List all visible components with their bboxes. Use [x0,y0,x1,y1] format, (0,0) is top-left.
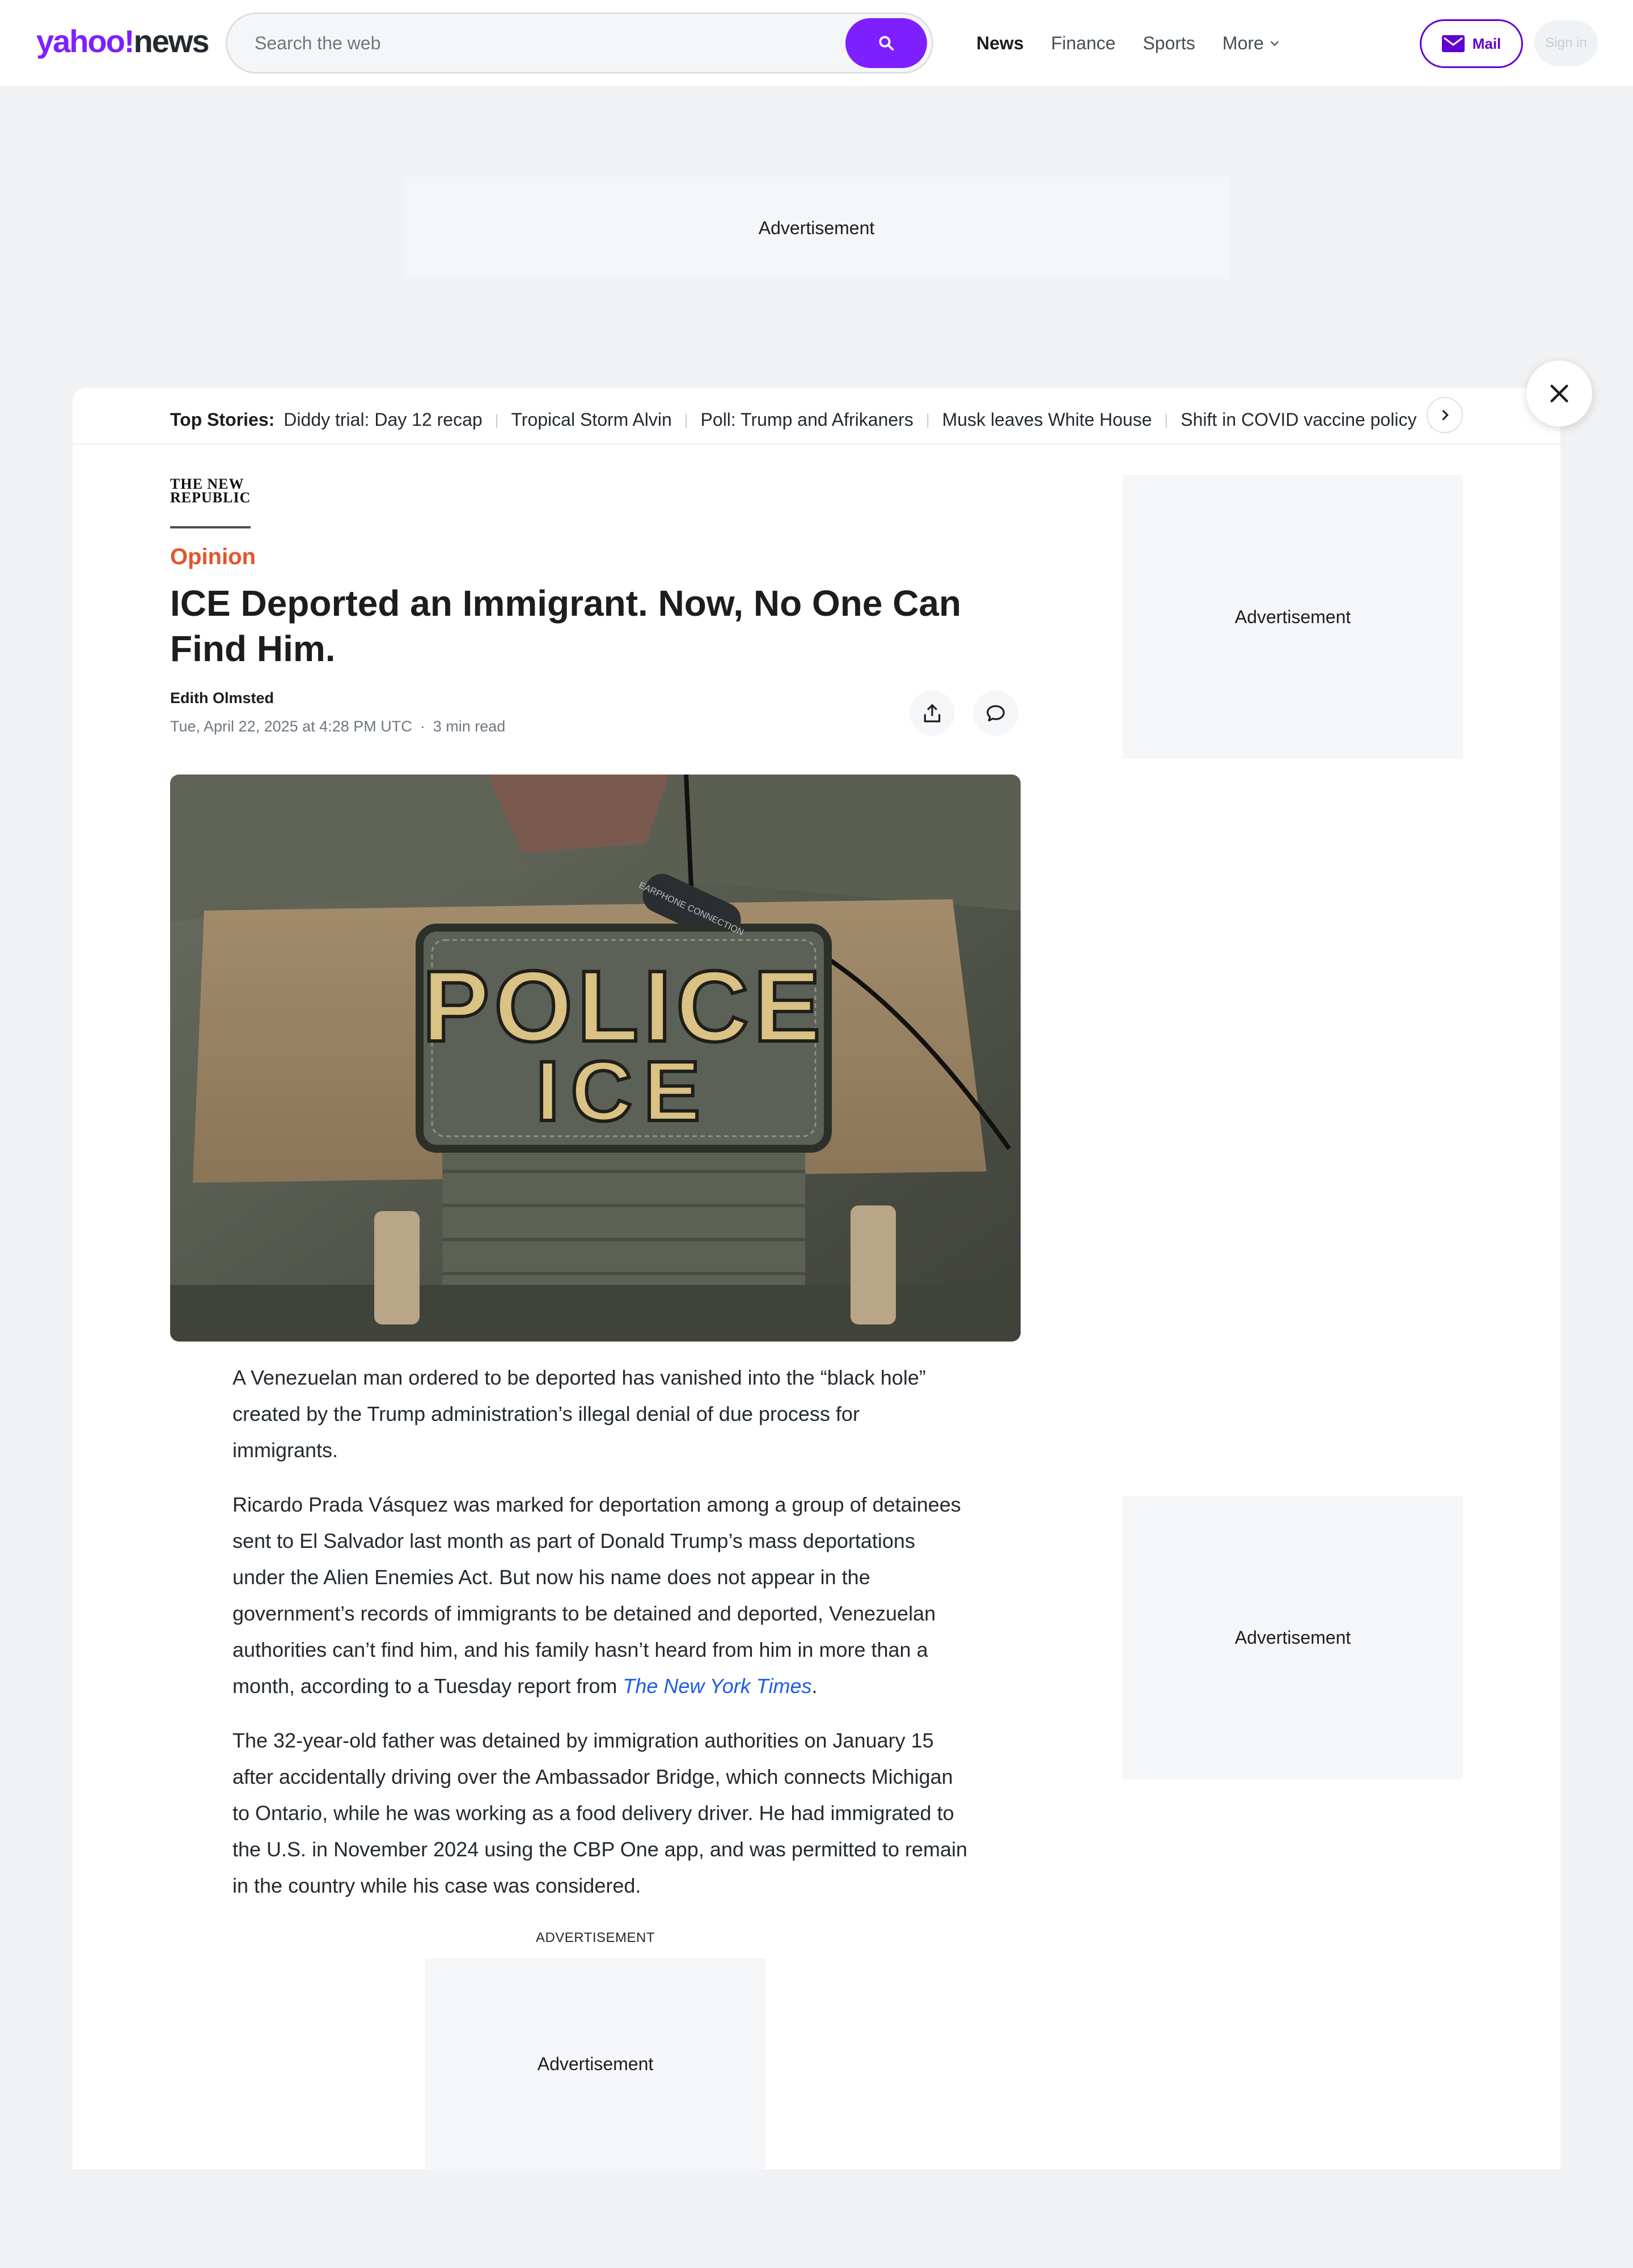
divider: | [925,411,930,428]
mail-icon [1441,35,1465,52]
nav-news[interactable]: News [976,33,1024,54]
search-icon [879,36,894,51]
chevron-right-icon [1442,409,1449,421]
divider: | [684,411,688,428]
top-story-link[interactable]: Tropical Storm Alvin [511,409,671,430]
article-paragraph: The 32-year-old father was detained by i… [232,1729,968,1897]
comments-button[interactable] [973,691,1018,736]
paragraph-text: Ricardo Prada Vásquez was marked for dep… [232,1493,961,1698]
article-category[interactable]: Opinion [170,544,256,570]
right-rail-advertisement-2[interactable]: Advertisement [1123,1496,1463,1779]
divider: | [494,411,499,428]
nav-finance[interactable]: Finance [1051,33,1116,54]
article-paragraph: A Venezuelan man ordered to be deported … [232,1366,926,1462]
divider [73,443,1560,445]
read-time: 3 min read [433,718,506,735]
publisher-logo[interactable]: THE NEW REPUBLIC [170,477,274,507]
sign-in-button[interactable]: Sign in [1534,20,1598,66]
article-date: Tue, April 22, 2025 at 4:28 PM UTC [170,718,412,735]
search-button[interactable] [845,18,927,68]
share-icon [924,704,941,722]
close-icon [1550,384,1568,403]
top-stories-bar: Top Stories: Diddy trial: Day 12 recap |… [170,401,1463,438]
patch-text-line2: ICE [536,1043,712,1139]
main-nav: News Finance Sports More [976,28,1281,58]
nav-sports[interactable]: Sports [1143,33,1195,54]
nyt-link[interactable]: The New York Times [623,1674,811,1698]
article-author[interactable]: Edith Olmsted [170,689,274,707]
article-meta: Tue, April 22, 2025 at 4:28 PM UTC · 3 m… [170,718,505,735]
top-story-link[interactable]: Shift in COVID vaccine policy [1181,409,1416,430]
logo-yahoo-text: yahoo! [36,23,135,59]
close-article-button[interactable] [1526,361,1592,426]
search-bar [226,12,933,74]
top-story-link[interactable]: Poll: Trump and Afrikaners [701,409,913,430]
meta-separator: · [420,718,425,735]
search-input[interactable] [227,14,845,72]
chevron-down-icon [1270,41,1279,46]
inline-ad-label: ADVERTISEMENT [535,1930,655,1945]
logo-news-text: news [133,23,210,59]
top-navigation-bar: yahoo! news News Finance Sports More Mai… [0,0,1633,86]
nav-more-label: More [1222,32,1264,53]
article-headline: ICE Deported an Immigrant. Now, No One C… [170,583,962,669]
hero-image-illustration: POLICE ICE EARPHONE CONNECTION [170,775,1021,1342]
yahoo-news-logo[interactable]: yahoo! news [36,23,210,64]
paragraph-end: . [811,1674,818,1698]
top-story-link[interactable]: Diddy trial: Day 12 recap [284,409,482,430]
divider: | [1164,411,1169,428]
right-rail-advertisement-1[interactable]: Advertisement [1123,475,1463,759]
top-story-link[interactable]: Musk leaves White House [942,409,1152,430]
top-advertisement[interactable]: Advertisement [404,177,1229,279]
mail-label: Mail [1472,35,1501,52]
inline-advertisement[interactable]: Advertisement [425,1958,765,2169]
comment-icon [987,705,1005,722]
mail-button[interactable]: Mail [1420,19,1523,68]
article-paragraph: Ricardo Prada Vásquez was marked for dep… [232,1487,970,1704]
share-button[interactable] [909,691,955,736]
article-hero-image[interactable]: POLICE ICE EARPHONE CONNECTION [170,775,1021,1342]
top-stories-label: Top Stories: [170,409,275,430]
publisher-underline [170,526,251,528]
top-stories-next-button[interactable] [1427,397,1463,433]
nav-more[interactable]: More [1222,33,1281,54]
